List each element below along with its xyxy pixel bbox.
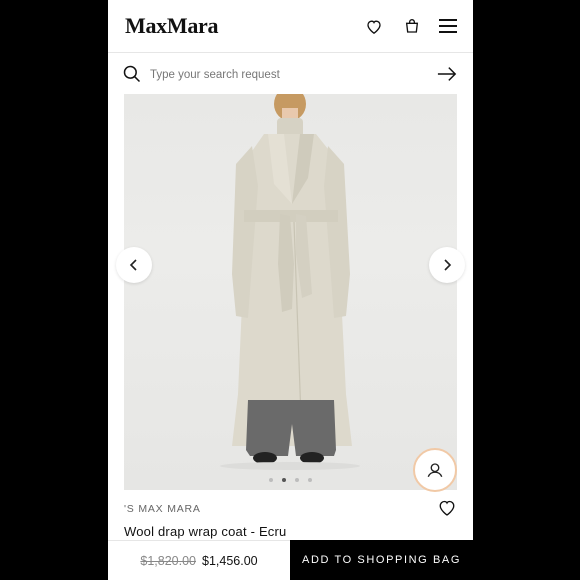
prev-image-button[interactable] (116, 247, 152, 283)
person-icon (427, 463, 443, 478)
chevron-right-icon (444, 259, 452, 271)
purchase-bar: $1,820.00 $1,456.00 ADD TO SHOPPING BAG (108, 540, 473, 580)
search-input[interactable] (148, 64, 422, 86)
sale-price: $1,456.00 (202, 554, 258, 568)
chevron-left-icon (129, 259, 137, 271)
next-image-button[interactable] (429, 247, 465, 283)
slide-dot-active[interactable] (282, 478, 286, 482)
phone-screen: MaxMara Type your search request 'S MAX … (108, 0, 473, 580)
search-icon[interactable] (122, 64, 142, 89)
menu-icon[interactable] (438, 16, 458, 36)
wishlist-heart-icon[interactable] (438, 499, 456, 521)
slide-dot[interactable] (269, 478, 273, 482)
assistant-button[interactable] (413, 448, 457, 492)
slide-dot[interactable] (308, 478, 312, 482)
slide-dot[interactable] (295, 478, 299, 482)
product-gallery (108, 94, 473, 492)
arrow-right-icon[interactable] (437, 65, 457, 88)
price-box: $1,820.00 $1,456.00 (108, 540, 290, 580)
add-to-bag-button[interactable]: ADD TO SHOPPING BAG (290, 540, 473, 580)
slide-indicators (108, 478, 473, 482)
product-title: Wool drap wrap coat - Ecru (124, 524, 287, 539)
app-header: MaxMara (108, 0, 473, 52)
product-brand: 'S MAX MARA (124, 503, 201, 515)
search-bar (108, 52, 473, 96)
original-price: $1,820.00 (140, 554, 196, 568)
product-image[interactable] (124, 94, 457, 490)
bag-icon[interactable] (402, 16, 422, 36)
brand-logo[interactable]: MaxMara (125, 13, 219, 39)
heart-icon[interactable] (364, 16, 384, 36)
